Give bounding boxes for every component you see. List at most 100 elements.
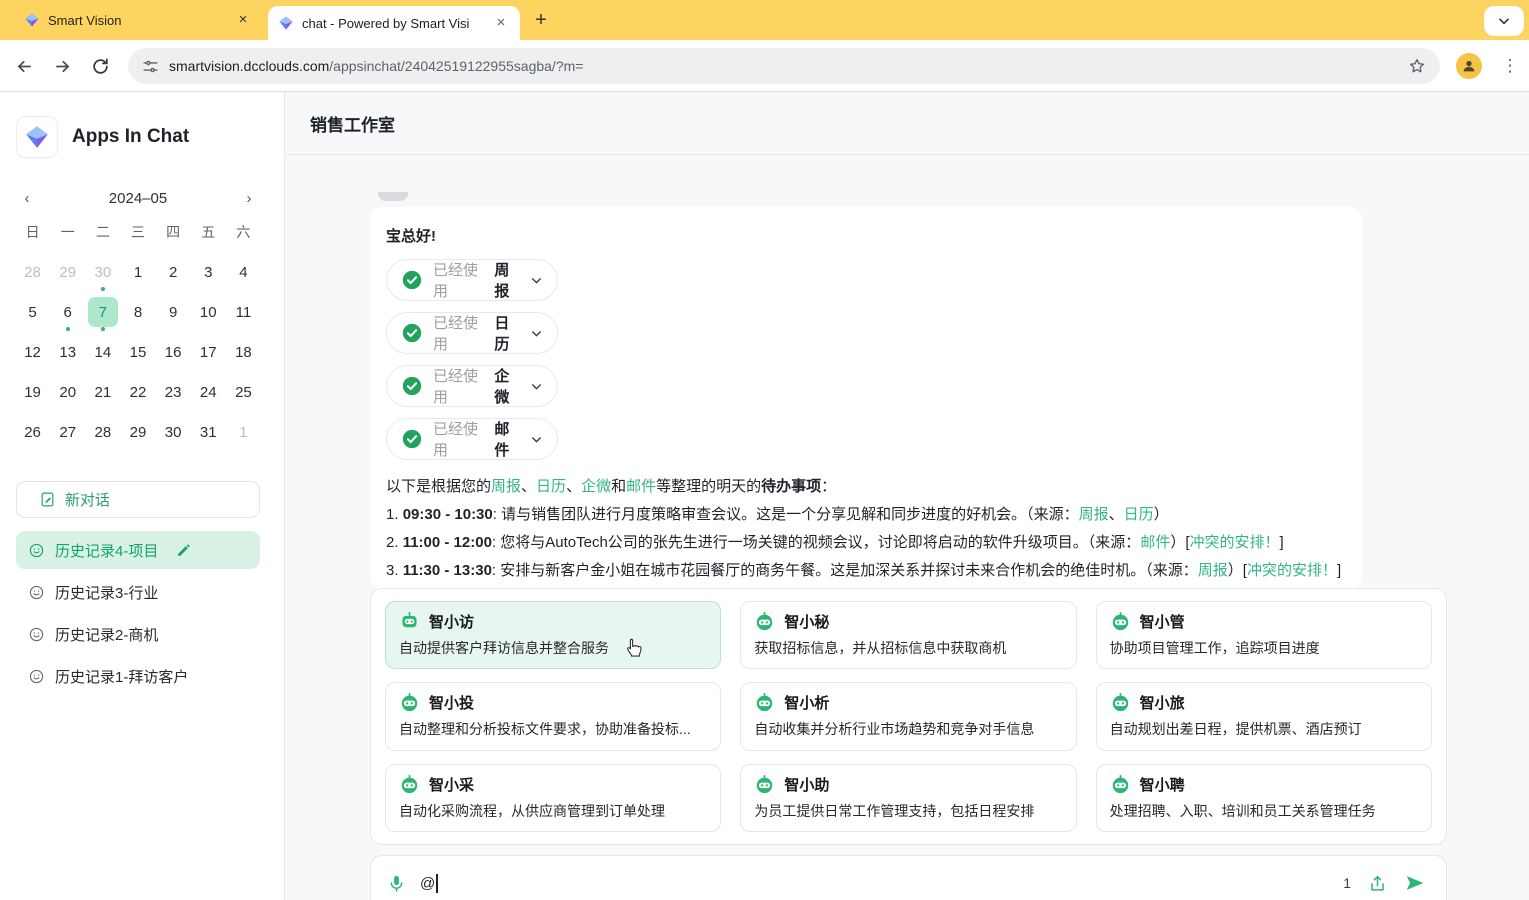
inline-link[interactable]: 周报: [491, 478, 521, 495]
calendar-prev-button[interactable]: ‹: [15, 186, 39, 210]
history-item-1[interactable]: 历史记录1-拜访客户: [16, 657, 260, 695]
calendar-day[interactable]: 17: [193, 337, 223, 367]
message-input[interactable]: @: [420, 874, 1343, 893]
calendar-day[interactable]: 29: [53, 257, 83, 287]
calendar-day[interactable]: 15: [123, 337, 153, 367]
tool-used-pill-日历[interactable]: 已经使用日历: [386, 312, 558, 354]
calendar-day[interactable]: 5: [18, 297, 48, 327]
history-item-2[interactable]: 历史记录2-商机: [16, 615, 260, 653]
tab-chat-active[interactable]: chat - Powered by Smart Visi ×: [268, 6, 520, 40]
calendar-day[interactable]: 22: [123, 377, 153, 407]
tool-used-pill-周报[interactable]: 已经使用周报: [386, 259, 558, 301]
agent-card-header: 智小秘: [754, 611, 1062, 632]
calendar-day[interactable]: 28: [88, 417, 118, 447]
pill-tool-name: 邮件: [494, 418, 520, 460]
browser-menu-button[interactable]: ⋮: [1498, 54, 1522, 78]
agent-card-智小投[interactable]: 智小投自动整理和分析投标文件要求，协助准备投标...: [385, 682, 721, 750]
agent-name: 智小管: [1140, 611, 1185, 632]
chevron-down-icon[interactable]: [530, 433, 543, 446]
upload-icon[interactable]: [1368, 874, 1387, 893]
tool-used-pill-邮件[interactable]: 已经使用邮件: [386, 418, 558, 460]
send-icon[interactable]: [1404, 872, 1426, 894]
inline-link[interactable]: 周报: [1198, 562, 1228, 579]
edit-pencil-icon[interactable]: [176, 543, 191, 558]
chevron-down-icon: [1497, 14, 1511, 28]
history-item-4[interactable]: 历史记录4-项目: [16, 531, 260, 569]
calendar-day[interactable]: 4: [228, 257, 258, 287]
inline-link[interactable]: 邮件: [1140, 534, 1170, 551]
history-item-3[interactable]: 历史记录3-行业: [16, 573, 260, 611]
agent-description: 自动提供客户拜访信息并整合服务: [399, 638, 707, 658]
new-tab-button[interactable]: +: [528, 8, 554, 34]
calendar-day[interactable]: 16: [158, 337, 188, 367]
bookmark-star-icon[interactable]: [1408, 57, 1426, 75]
tab-smart-vision[interactable]: Smart Vision ×: [14, 0, 262, 40]
calendar-day[interactable]: 8: [123, 297, 153, 327]
calendar-day[interactable]: 20: [53, 377, 83, 407]
text-segment: 、: [521, 478, 536, 495]
agent-name: 智小访: [429, 611, 474, 632]
calendar-day[interactable]: 13: [53, 337, 83, 367]
chevron-down-icon[interactable]: [530, 274, 543, 287]
calendar-day[interactable]: 30: [88, 257, 118, 287]
calendar-day[interactable]: 25: [228, 377, 258, 407]
agent-card-智小访[interactable]: 智小访自动提供客户拜访信息并整合服务: [385, 601, 721, 669]
calendar-day[interactable]: 1: [228, 417, 258, 447]
agent-card-智小析[interactable]: 智小析自动收集并分析行业市场趋势和竞争对手信息: [740, 682, 1076, 750]
agent-card-智小聘[interactable]: 智小聘处理招聘、入职、培训和员工关系管理任务: [1096, 764, 1432, 832]
calendar-day[interactable]: 1: [123, 257, 153, 287]
calendar-day[interactable]: 11: [228, 297, 258, 327]
inline-link[interactable]: 周报: [1079, 506, 1109, 523]
calendar-day[interactable]: 30: [158, 417, 188, 447]
chevron-down-icon[interactable]: [530, 380, 543, 393]
agent-card-智小旅[interactable]: 智小旅自动规划出差日程，提供机票、酒店预订: [1096, 682, 1432, 750]
calendar-day[interactable]: 19: [18, 377, 48, 407]
calendar-day[interactable]: 12: [18, 337, 48, 367]
inline-link[interactable]: 企微: [581, 478, 611, 495]
calendar-day[interactable]: 21: [88, 377, 118, 407]
chat-input-bar[interactable]: @ 1: [370, 855, 1447, 900]
calendar-day[interactable]: 3: [193, 257, 223, 287]
agent-card-智小助[interactable]: 智小助为员工提供日常工作管理支持，包括日程安排: [740, 764, 1076, 832]
url-bar[interactable]: smartvision.dcclouds.com/appsinchat/2404…: [128, 48, 1440, 84]
calendar-day[interactable]: 18: [228, 337, 258, 367]
calendar-day[interactable]: 2: [158, 257, 188, 287]
calendar-cell: 24: [191, 372, 226, 412]
inline-link[interactable]: 冲突的安排！: [1247, 562, 1337, 579]
calendar-day[interactable]: 6: [53, 297, 83, 327]
close-icon[interactable]: ×: [492, 14, 510, 32]
calendar-day[interactable]: 27: [53, 417, 83, 447]
chevron-down-icon[interactable]: [530, 327, 543, 340]
profile-avatar[interactable]: [1456, 53, 1482, 79]
calendar-day[interactable]: 31: [193, 417, 223, 447]
calendar-day[interactable]: 7: [88, 297, 118, 327]
tool-used-pill-企微[interactable]: 已经使用企微: [386, 365, 558, 407]
calendar-day[interactable]: 14: [88, 337, 118, 367]
calendar-day[interactable]: 29: [123, 417, 153, 447]
agent-card-智小管[interactable]: 智小管协助项目管理工作，追踪项目进度: [1096, 601, 1432, 669]
inline-link[interactable]: 邮件: [626, 478, 656, 495]
inline-link[interactable]: 日历: [1124, 506, 1154, 523]
calendar-day[interactable]: 10: [193, 297, 223, 327]
calendar-day[interactable]: 28: [18, 257, 48, 287]
back-button[interactable]: [6, 48, 42, 84]
calendar-day[interactable]: 23: [158, 377, 188, 407]
inline-link[interactable]: 日历: [536, 478, 566, 495]
agent-card-智小采[interactable]: 智小采自动化采购流程，从供应商管理到订单处理: [385, 764, 721, 832]
calendar-next-button[interactable]: ›: [237, 186, 261, 210]
microphone-icon[interactable]: [387, 874, 406, 893]
event-dot: [66, 327, 70, 331]
calendar-day[interactable]: 9: [158, 297, 188, 327]
inline-link[interactable]: 冲突的安排！: [1190, 534, 1280, 551]
calendar-day[interactable]: 24: [193, 377, 223, 407]
forward-button[interactable]: [44, 48, 80, 84]
new-chat-button[interactable]: 新对话: [16, 481, 260, 518]
page-count: 1: [1343, 875, 1351, 891]
assistant-avatar-partial: [378, 192, 408, 201]
tab-search-button[interactable]: [1484, 6, 1524, 36]
reload-button[interactable]: [82, 48, 118, 84]
agent-card-智小秘[interactable]: 智小秘获取招标信息，并从招标信息中获取商机: [740, 601, 1076, 669]
site-settings-icon[interactable]: [142, 58, 159, 75]
calendar-day[interactable]: 26: [18, 417, 48, 447]
close-icon[interactable]: ×: [234, 11, 252, 29]
